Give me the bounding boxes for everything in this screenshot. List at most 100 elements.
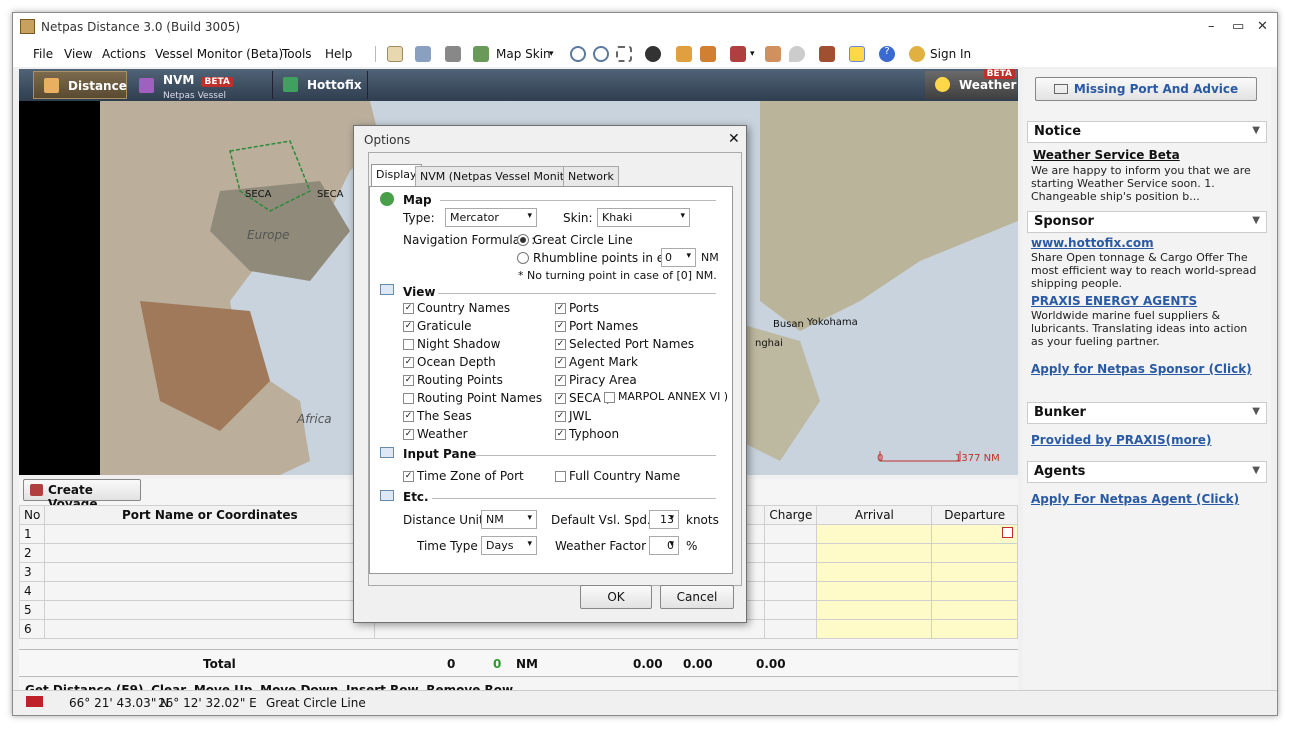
ok-button[interactable]: OK [580,585,652,609]
chevron-down-icon[interactable]: ▼ [1252,406,1260,417]
rhumbline-input[interactable]: 0 [661,248,696,267]
map-skin-dropdown-icon[interactable]: ▾ [549,49,554,59]
arrival-cell[interactable] [816,562,933,582]
weather-factor-input[interactable]: 0 [649,536,679,555]
menu-view[interactable]: View [64,47,92,61]
right-option[interactable]: ✓ Ports [555,301,725,317]
tab-weather[interactable]: Weather BETA [925,69,1017,99]
notes-icon[interactable] [387,46,403,62]
checkbox[interactable]: ✓ [555,429,566,440]
default-speed-input[interactable]: 13 [649,510,679,529]
arrival-cell[interactable] [816,581,933,601]
left-option[interactable]: Night Shadow [403,337,553,353]
missing-port-button[interactable]: Missing Port And Advice [1035,77,1257,101]
menu-vessel-monitor[interactable]: Vessel Monitor (Beta) [155,47,283,61]
close-button[interactable]: ✕ [1257,19,1268,34]
time-type-select[interactable]: Days [481,536,537,555]
tab-distance[interactable]: Distance [33,71,127,99]
menu-help[interactable]: Help [325,47,352,61]
ship-dropdown-icon[interactable]: ▾ [750,49,755,59]
left-option[interactable]: ✓ Country Names [403,301,553,317]
tab-hottofix[interactable]: Hottofix [272,71,368,99]
charge-cell[interactable] [764,524,818,544]
routing-point-icon[interactable] [700,46,716,62]
port-cell[interactable] [44,562,376,582]
checkbox[interactable]: ✓ [555,375,566,386]
charge-cell[interactable] [764,600,818,620]
checkbox[interactable]: ✓ [555,303,566,314]
left-option[interactable]: ✓ Graticule [403,319,553,335]
arrival-cell[interactable] [816,524,933,544]
checkbox[interactable]: ✓ [403,357,414,368]
checkbox[interactable]: ✓ [555,339,566,350]
checkbox[interactable]: ✓ [555,411,566,422]
chevron-down-icon[interactable]: ▼ [1252,125,1260,136]
route-edit-icon[interactable] [676,46,692,62]
arrival-cell[interactable] [816,543,933,563]
full-country-checkbox[interactable] [555,471,566,482]
help-icon[interactable]: ? [879,46,895,62]
sponsor-link-praxis[interactable]: PRAXIS ENERGY AGENTS [1031,294,1197,308]
arrival-cell[interactable] [816,600,933,620]
agents-header[interactable]: Agents ▼ [1027,461,1267,483]
departure-cell[interactable] [931,524,1018,544]
menu-actions[interactable]: Actions [102,47,146,61]
marpol-checkbox[interactable] [604,392,615,403]
departure-cell[interactable] [931,562,1018,582]
sponsor-header[interactable]: Sponsor ▼ [1027,211,1267,233]
bunker-drop-icon[interactable] [789,46,805,62]
create-voyage-button[interactable]: Create Voyage [23,479,141,511]
arrival-cell[interactable] [816,619,933,639]
tab-display[interactable]: Display [371,164,422,186]
departure-cell[interactable] [931,600,1018,620]
departure-cell[interactable] [931,581,1018,601]
notice-heading[interactable]: Weather Service Beta [1033,148,1180,162]
left-option[interactable]: ✓ Weather [403,427,553,443]
print-icon[interactable] [445,46,461,62]
charge-cell[interactable] [764,619,818,639]
chevron-down-icon[interactable]: ▼ [1252,465,1260,476]
rhumbline-radio[interactable] [517,252,529,264]
time-zone-checkbox[interactable]: ✓ [403,471,414,482]
apply-sponsor-link[interactable]: Apply for Netpas Sponsor (Click) [1031,362,1252,376]
apply-agent-link[interactable]: Apply For Netpas Agent (Click) [1031,492,1239,506]
charge-cell[interactable] [764,581,818,601]
charge-cell[interactable] [764,543,818,563]
tab-network[interactable]: Network [563,166,619,186]
right-option[interactable]: ✓ Port Names [555,319,725,335]
checkbox[interactable]: ✓ [403,303,414,314]
port-cell[interactable] [44,543,376,563]
bunker-header[interactable]: Bunker ▼ [1027,402,1267,424]
left-option[interactable]: ✓ Ocean Depth [403,355,553,371]
checkbox[interactable] [403,339,414,350]
cancel-button[interactable]: Cancel [660,585,734,609]
checkbox[interactable]: ✓ [403,411,414,422]
cargo-ship-icon[interactable] [819,46,835,62]
checkbox[interactable]: ✓ [403,375,414,386]
chevron-down-icon[interactable]: ▼ [1252,215,1260,226]
right-option[interactable]: ✓ Piracy Area [555,373,725,389]
tab-nvm-settings[interactable]: NVM (Netpas Vessel Monitor) [415,166,585,186]
charge-cell[interactable] [764,562,818,582]
notice-header[interactable]: Notice ▼ [1027,121,1267,143]
checkbox[interactable]: ✓ [555,393,566,404]
right-option[interactable]: ✓ JWL [555,409,725,425]
fit-map-icon[interactable] [616,46,632,62]
map-skin-select[interactable]: Khaki [597,208,690,227]
minimize-button[interactable]: – [1208,19,1215,34]
calendar-icon[interactable] [1002,527,1013,538]
departure-cell[interactable] [931,543,1018,563]
map-type-select[interactable]: Mercator [445,208,537,227]
dialog-close-icon[interactable]: ✕ [728,131,740,147]
weather-sun-icon[interactable] [849,46,865,62]
checkbox[interactable]: ✓ [403,321,414,332]
tab-nvm[interactable]: NVM BETA Netpas Vessel Monitor [129,71,269,115]
port-cell[interactable] [44,581,376,601]
pirate-icon[interactable] [645,46,661,62]
bunker-link[interactable]: Provided by PRAXIS(more) [1031,433,1211,447]
port-cell[interactable] [44,524,376,544]
departure-cell[interactable] [931,619,1018,639]
menu-tools[interactable]: Tools [282,47,312,61]
checkbox[interactable]: ✓ [555,357,566,368]
maximize-button[interactable]: ▭ [1232,19,1244,34]
